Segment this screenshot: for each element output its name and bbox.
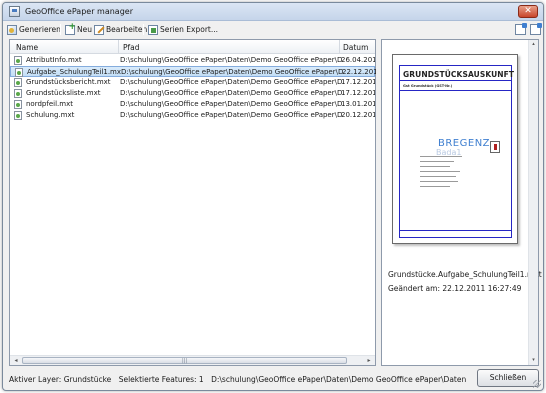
- thumbnail-text-line: [420, 171, 460, 172]
- preview-panel: GRUNDSTÜCKSAUSKUNFT Gst Grundstück (GST-…: [381, 39, 542, 366]
- row-path: D:\schulung\GeoOffice ePaper\Daten\Demo …: [121, 68, 343, 76]
- row-date: 17.12.2011 1: [341, 89, 375, 97]
- export-button[interactable]: Serien Export...: [148, 23, 218, 36]
- column-header-path[interactable]: Pfad: [123, 43, 140, 52]
- status-active-layer: Aktiver Layer: Grundstücke: [9, 375, 112, 384]
- new-label: Neu: [77, 25, 92, 34]
- window-title: GeoOffice ePaper manager: [25, 7, 133, 16]
- horizontal-scrollbar[interactable]: ◂ ||| ▸: [10, 355, 375, 365]
- thumbnail-text-line: [420, 161, 454, 162]
- thumbnail-text-line: [420, 156, 462, 157]
- thumbnail-frame: GRUNDSTÜCKSAUSKUNFT Gst Grundstück (GST-…: [399, 65, 515, 238]
- title-bar: GeoOffice ePaper manager ✕: [3, 3, 543, 21]
- app-icon: [9, 6, 20, 17]
- thumbnail-text-line: [420, 176, 456, 177]
- list-header: Name Pfad Datum: [10, 40, 375, 54]
- status-path: D:\schulung\GeoOffice ePaper\Daten\Demo …: [211, 375, 467, 384]
- thumbnail-heading: GRUNDSTÜCKSAUSKUNFT: [403, 70, 515, 79]
- edit-label: Bearbeiten: [106, 25, 148, 34]
- row-name: Aufgabe_SchulungTeil1.mxt: [27, 68, 121, 76]
- generate-icon: [7, 24, 17, 35]
- status-bar: Aktiver Layer: Grundstücke Selektierte F…: [9, 375, 471, 384]
- row-path: D:\schulung\GeoOffice ePaper\Daten\Demo …: [120, 78, 342, 86]
- mxt-file-icon: [14, 78, 22, 87]
- row-name: Grundstücksliste.mxt: [26, 89, 101, 97]
- row-name: nordpfeil.mxt: [26, 100, 73, 108]
- mxt-file-icon: [14, 89, 22, 98]
- generate-button[interactable]: Generieren: [7, 23, 61, 36]
- report-thumbnail: GRUNDSTÜCKSAUSKUNFT Gst Grundstück (GST-…: [392, 54, 518, 244]
- row-path: D:\schulung\GeoOffice ePaper\Daten\Demo …: [120, 56, 342, 64]
- scrollbar-grip-icon: |||: [182, 358, 188, 364]
- new-document-icon: [65, 22, 76, 35]
- row-date: 22.12.2011 1: [342, 68, 376, 76]
- preview-file-name: Grundstücke.Aufgabe_SchulungTeil1.mxt: [388, 270, 542, 279]
- mxt-file-icon: [14, 100, 22, 109]
- toolbar: Generieren Neu Bearbeiten Serien Export.…: [3, 21, 543, 38]
- mxt-file-icon: [15, 68, 23, 77]
- thumbnail-text-line: [420, 181, 458, 182]
- row-date: 20.12.2011 1: [341, 111, 375, 119]
- thumbnail-footer-rule: [400, 230, 511, 231]
- resize-grip-icon[interactable]: [533, 380, 541, 388]
- scroll-right-arrow-icon[interactable]: ▸: [364, 357, 374, 365]
- thumbnail-subheading: Gst Grundstück (GST-Nr.): [403, 84, 453, 88]
- scrollbar-thumb[interactable]: |||: [22, 357, 347, 364]
- scroll-left-arrow-icon[interactable]: ◂: [11, 357, 21, 365]
- row-name: Grundstücksbericht.mxt: [26, 78, 111, 86]
- column-divider[interactable]: [339, 40, 340, 54]
- scroll-up-arrow-icon[interactable]: ▴: [529, 40, 538, 49]
- row-path: D:\schulung\GeoOffice ePaper\Daten\Demo …: [120, 89, 342, 97]
- template-list: Name Pfad Datum AttributInfo.mxt D:\schu…: [9, 39, 376, 366]
- thumbnail-text-line: [420, 166, 450, 167]
- list-row-selected[interactable]: Aufgabe_SchulungTeil1.mxt D:\schulung\Ge…: [10, 66, 376, 77]
- generate-label: Generieren: [19, 25, 61, 34]
- status-selected-features: Selektierte Features: 1: [118, 375, 204, 384]
- toolbar-separator: [143, 24, 144, 35]
- list-row[interactable]: nordpfeil.mxt D:\schulung\GeoOffice ePap…: [10, 99, 375, 110]
- app-window: GeoOffice ePaper manager ✕ Generieren Ne…: [2, 2, 544, 391]
- thumbnail-text-line: [420, 186, 450, 187]
- row-date: 26.04.2010 1: [341, 56, 375, 64]
- toolbar-separator: [60, 24, 61, 35]
- list-rows: AttributInfo.mxt D:\schulung\GeoOffice e…: [10, 55, 376, 121]
- edit-button[interactable]: Bearbeiten: [94, 23, 147, 36]
- mxt-file-icon: [14, 56, 22, 65]
- edit-icon: [94, 24, 104, 35]
- thumbnail-rule: [400, 80, 511, 81]
- list-row[interactable]: AttributInfo.mxt D:\schulung\GeoOffice e…: [10, 55, 375, 66]
- close-button[interactable]: Schließen: [477, 369, 539, 387]
- row-date: 13.01.2012 1: [341, 100, 375, 108]
- list-row[interactable]: Grundstücksliste.mxt D:\schulung\GeoOffi…: [10, 88, 375, 99]
- scroll-down-arrow-icon[interactable]: ▾: [529, 356, 538, 365]
- column-header-name[interactable]: Name: [16, 43, 38, 52]
- list-row[interactable]: Grundstücksbericht.mxt D:\schulung\GeoOf…: [10, 77, 375, 88]
- row-name: Schulung.mxt: [26, 111, 75, 119]
- thumbnail-rule: [400, 90, 511, 91]
- row-date: 17.12.2011 1: [341, 78, 375, 86]
- export-label: Serien Export...: [160, 25, 218, 34]
- row-name: AttributInfo.mxt: [26, 56, 82, 64]
- vertical-scrollbar[interactable]: ▴ ▾: [528, 40, 538, 365]
- window-close-button[interactable]: ✕: [518, 5, 538, 18]
- row-path: D:\schulung\GeoOffice ePaper\Daten\Demo …: [120, 111, 342, 119]
- mxt-file-icon: [14, 111, 22, 120]
- new-button[interactable]: Neu: [65, 22, 92, 36]
- preview-modified-date: Geändert am: 22.12.2011 16:27:49: [388, 284, 522, 293]
- row-path: D:\schulung\GeoOffice ePaper\Daten\Demo …: [120, 100, 342, 108]
- column-divider[interactable]: [118, 40, 119, 54]
- settings-preview-icon[interactable]: [530, 23, 542, 35]
- coat-of-arms-icon: [490, 141, 500, 153]
- export-preview-icon[interactable]: [515, 23, 527, 35]
- column-header-date[interactable]: Datum: [343, 43, 368, 52]
- list-row[interactable]: Schulung.mxt D:\schulung\GeoOffice ePape…: [10, 110, 375, 121]
- export-icon: [148, 24, 158, 35]
